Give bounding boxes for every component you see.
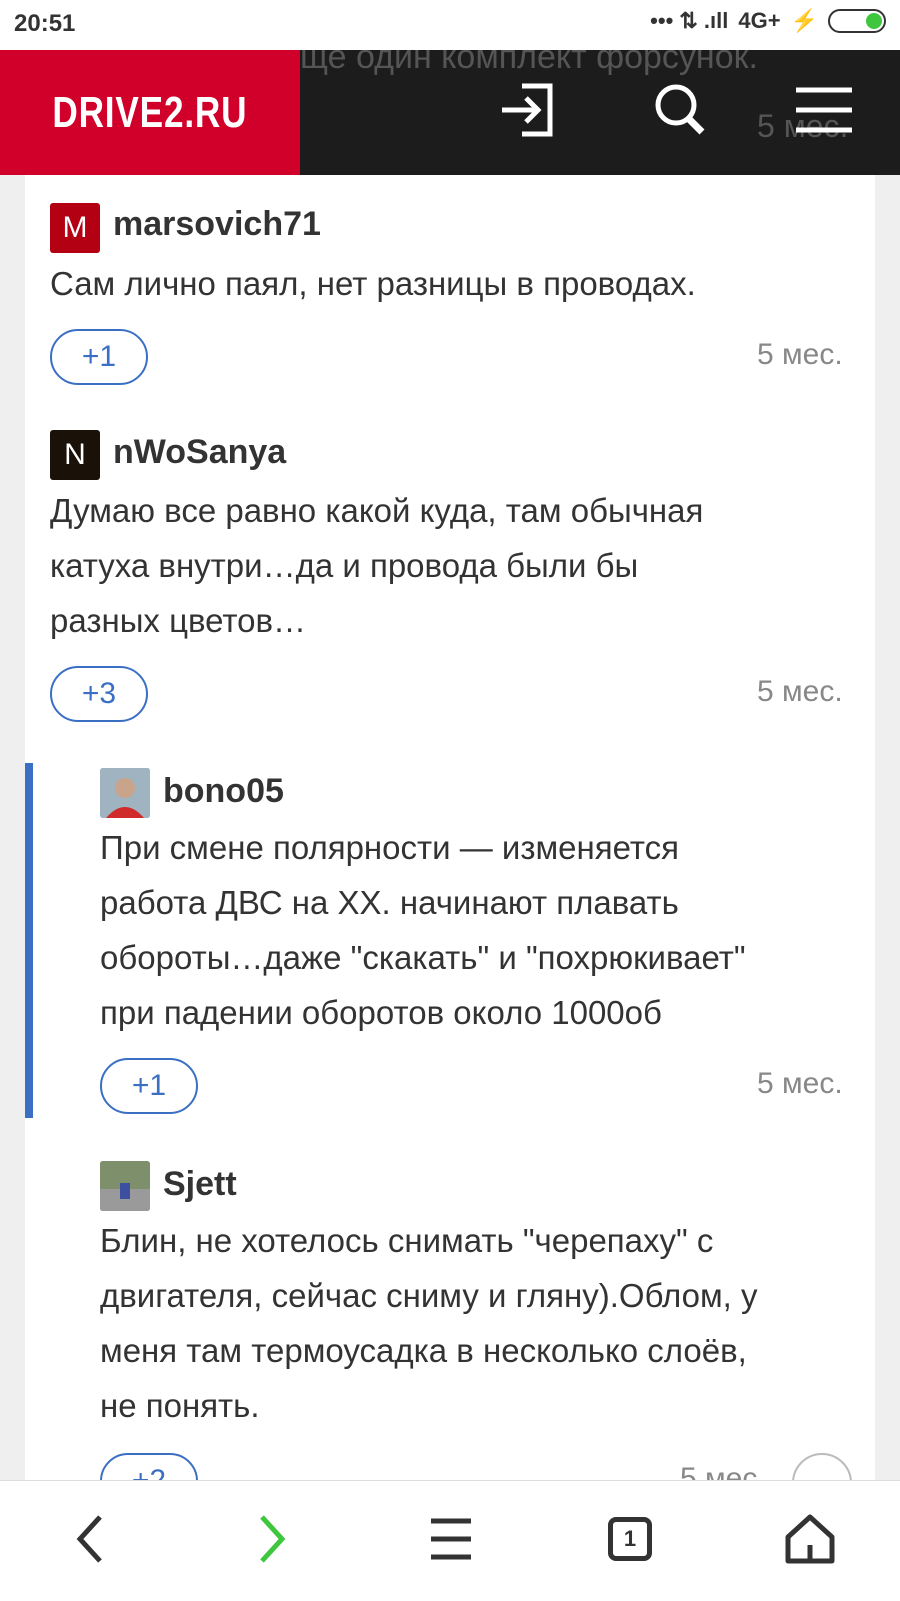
comment-text-line: разных цветов…: [50, 602, 307, 639]
comment-text-line: При смене полярности — изменяется: [100, 829, 679, 866]
comment-text-line: меня там термоусадка в несколько слоёв,: [100, 1332, 747, 1369]
status-icons: ••• ⇅ .ıll 4G+ ⚡: [650, 8, 886, 34]
avatar-letter: M: [62, 211, 88, 244]
comment-time: 5 мес.: [757, 675, 843, 708]
comment-author[interactable]: marsovich71: [113, 205, 321, 244]
back-arrow-icon[interactable]: [62, 1509, 122, 1569]
comment-text: Сам лично паял, нет разницы в проводах.: [50, 256, 696, 311]
plus-one-button[interactable]: +1: [50, 329, 148, 385]
comment-time: 5 мес.: [757, 338, 843, 371]
signal-icon: ••• ⇅ .ıll: [650, 8, 729, 33]
comment-author[interactable]: Sjett: [163, 1165, 237, 1204]
reply-thread-indicator: [25, 763, 33, 1118]
network-type: 4G+: [738, 8, 781, 33]
scrolled-text-behind-header: ще один комплект форсунок.: [300, 50, 758, 76]
comment-text: Блин, не хотелось снимать "черепаху" с д…: [100, 1213, 758, 1433]
comment-text-line: катуха внутри…да и провода были бы: [50, 547, 639, 584]
logo-text: DRIVE2.RU: [52, 87, 248, 137]
tabs-button[interactable]: 1: [600, 1509, 660, 1569]
avatar[interactable]: [100, 1161, 150, 1211]
comment-text: При смене полярности — изменяется работа…: [100, 820, 746, 1040]
avatar[interactable]: [100, 768, 150, 818]
status-bar: 20:51 ••• ⇅ .ıll 4G+ ⚡: [0, 0, 900, 50]
comment-text-line: Думаю все равно какой куда, там обычная: [50, 492, 704, 529]
menu-icon[interactable]: [794, 80, 854, 140]
home-icon[interactable]: [780, 1509, 840, 1569]
plus-one-button[interactable]: +3: [50, 666, 148, 722]
comment-text: Думаю все равно какой куда, там обычная …: [50, 483, 703, 648]
comment-author[interactable]: nWoSanya: [113, 433, 286, 472]
battery-icon: [828, 9, 886, 33]
plus-one-button[interactable]: +1: [100, 1058, 198, 1114]
menu-lines-icon[interactable]: [421, 1509, 481, 1569]
avatar-photo: [100, 1161, 150, 1211]
site-logo[interactable]: DRIVE2.RU: [0, 50, 300, 175]
site-header: ще один комплект форсунок. 5 мес. DRIVE2…: [0, 50, 900, 175]
comment-text-line: двигателя, сейчас сниму и гляну).Облом, …: [100, 1277, 758, 1314]
avatar-letter: N: [64, 438, 86, 471]
browser-nav-bar: 1: [0, 1480, 900, 1601]
comment-text-line: работа ДВС на ХХ. начинают плавать: [100, 884, 679, 921]
forward-arrow-icon[interactable]: [240, 1509, 300, 1569]
comment-time: 5 мес.: [757, 1067, 843, 1100]
comment-text-line: Блин, не хотелось снимать "черепаху" с: [100, 1222, 714, 1259]
search-icon[interactable]: [650, 80, 710, 140]
comment-author[interactable]: bono05: [163, 772, 284, 811]
avatar[interactable]: N: [50, 430, 100, 480]
comment-text-line: Сам лично паял, нет разницы в проводах.: [50, 265, 696, 302]
avatar-photo: [100, 768, 150, 818]
login-icon[interactable]: [498, 80, 558, 140]
comment-text-line: обороты…даже "скакать" и "похрюкивает": [100, 939, 746, 976]
comment-text-line: не понять.: [100, 1387, 260, 1424]
tabs-count-icon: 1: [608, 1517, 652, 1561]
status-time: 20:51: [14, 10, 76, 37]
charging-icon: ⚡: [790, 8, 818, 33]
comment-text-line: при падении оборотов около 1000об: [100, 994, 662, 1031]
avatar[interactable]: M: [50, 203, 100, 253]
